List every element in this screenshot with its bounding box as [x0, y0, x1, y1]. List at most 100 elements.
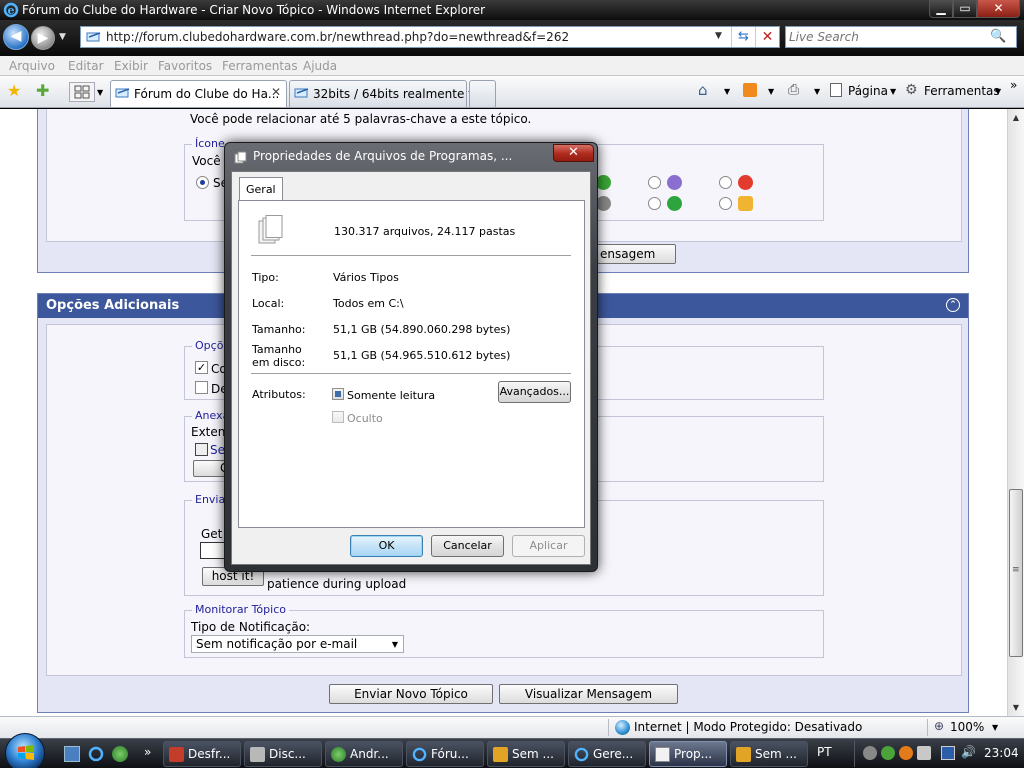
show-desktop-icon[interactable]: [64, 746, 80, 762]
rss-feed-icon[interactable]: [743, 83, 757, 97]
ie-icon[interactable]: [88, 746, 104, 762]
add-favorite-icon[interactable]: ✚: [36, 81, 49, 100]
icon-radio[interactable]: [719, 176, 732, 189]
task-button-7[interactable]: Sem ...: [730, 741, 808, 767]
icon-radio[interactable]: [648, 197, 661, 210]
task-button-6[interactable]: Prop...: [649, 741, 727, 767]
start-button[interactable]: [5, 733, 45, 768]
feed-dropdown-icon[interactable]: ▼: [768, 87, 774, 96]
advanced-button[interactable]: Avançados...: [498, 381, 571, 403]
option-checkbox-2[interactable]: [195, 381, 208, 394]
address-url[interactable]: http://forum.clubedohardware.com.br/newt…: [106, 30, 569, 44]
multiple-files-icon: [258, 215, 283, 244]
tools-menu[interactable]: Ferramentas: [924, 84, 1000, 98]
steam-icon[interactable]: [863, 746, 877, 760]
minimize-button[interactable]: ▁: [929, 0, 953, 18]
option-checkbox-1[interactable]: ✓: [195, 361, 208, 374]
volume-icon[interactable]: 🔊: [961, 745, 976, 759]
size-value: 51,1 GB (54.890.060.298 bytes): [333, 323, 511, 336]
address-dropdown-icon[interactable]: ▼: [715, 31, 722, 41]
readonly-label: Somente leitura: [347, 389, 436, 402]
recent-pages-dropdown-icon[interactable]: ▼: [59, 32, 66, 42]
attachment-link[interactable]: Se: [210, 443, 225, 457]
messenger-icon[interactable]: [881, 746, 895, 760]
readonly-checkbox[interactable]: [332, 388, 344, 400]
task-button-4[interactable]: Sem ...: [487, 741, 565, 767]
network-icon[interactable]: [941, 746, 955, 760]
refresh-icon[interactable]: ⇆: [731, 27, 755, 47]
menu-arquivo[interactable]: Arquivo: [9, 59, 55, 73]
window-title: Fórum do Clube do Hardware - Criar Novo …: [22, 3, 486, 17]
home-icon[interactable]: ⌂: [698, 81, 708, 99]
close-tab-icon[interactable]: ✕: [271, 85, 281, 99]
zoom-level[interactable]: 100%: [950, 720, 984, 734]
hidden-checkbox[interactable]: [332, 411, 344, 423]
close-window-button[interactable]: ✕: [977, 0, 1020, 18]
task-button-2[interactable]: Andr...: [325, 741, 403, 767]
apply-button[interactable]: Aplicar: [512, 535, 585, 557]
favorites-star-icon[interactable]: ★: [7, 81, 21, 100]
task-label: Desfr...: [188, 747, 231, 761]
tab-bar: ★ ✚ ▼ Fórum do Clube do Ha... ✕ 32bits /…: [0, 76, 1024, 108]
security-zone-text[interactable]: Internet | Modo Protegido: Desativado: [634, 720, 862, 734]
preview-message-button[interactable]: Visualizar Mensagem: [499, 684, 678, 704]
restore-button[interactable]: ▭: [953, 0, 977, 18]
tab-32bits[interactable]: 32bits / 64bits realmente t...: [289, 80, 484, 107]
back-button[interactable]: ◀: [3, 24, 29, 50]
no-icon-radio[interactable]: [196, 176, 209, 189]
menu-exibir[interactable]: Exibir: [114, 59, 148, 73]
page-menu[interactable]: Página: [848, 84, 888, 98]
stop-icon[interactable]: ✕: [755, 27, 779, 47]
scroll-thumb[interactable]: ≡: [1009, 489, 1023, 657]
menu-editar[interactable]: Editar: [68, 59, 104, 73]
menu-ajuda[interactable]: Ajuda: [303, 59, 337, 73]
notification-select[interactable]: Sem notificação por e-mail ▼: [191, 635, 404, 653]
task-label: Sem ...: [512, 747, 554, 761]
navigation-bar: ◀ ▶ ▼ http://forum.clubedohardware.com.b…: [0, 20, 1024, 56]
clock[interactable]: 23:04: [984, 746, 1019, 760]
messenger-icon[interactable]: [112, 746, 128, 762]
more-commands-button[interactable]: »: [1010, 78, 1017, 92]
page-dropdown-icon[interactable]: ▼: [890, 87, 896, 96]
search-icon[interactable]: 🔍: [990, 29, 1006, 44]
quick-launch-more-button[interactable]: »: [144, 745, 151, 759]
scroll-down-icon[interactable]: ▼: [1008, 699, 1024, 716]
dialog-close-button[interactable]: ✕: [553, 144, 594, 162]
search-input[interactable]: [789, 29, 985, 45]
ok-button[interactable]: OK: [350, 535, 423, 557]
new-tab-button[interactable]: [469, 80, 496, 107]
icon-radio[interactable]: [648, 176, 661, 189]
task-button-0[interactable]: Desfr...: [163, 741, 241, 767]
print-icon[interactable]: ⎙: [788, 82, 799, 98]
task-button-5[interactable]: Gere...: [568, 741, 646, 767]
page-scrollbar[interactable]: ▲ ≡ ▼: [1007, 109, 1024, 716]
menu-favoritos[interactable]: Favoritos: [158, 59, 212, 73]
cancel-button[interactable]: Cancelar: [431, 535, 504, 557]
winamp-icon: [493, 747, 508, 762]
task-button-3[interactable]: Fóru...: [406, 741, 484, 767]
zoom-dropdown-icon[interactable]: ▼: [992, 723, 998, 732]
print-dropdown-icon[interactable]: ▼: [814, 87, 820, 96]
scroll-up-icon[interactable]: ▲: [1008, 109, 1024, 126]
zoom-icon[interactable]: ⊕: [934, 719, 944, 733]
quick-tabs-icon: [74, 85, 90, 99]
icon-radio[interactable]: [719, 197, 732, 210]
app-tray-icon[interactable]: [899, 746, 913, 760]
security-icon[interactable]: [917, 746, 931, 760]
tab-general[interactable]: Geral: [239, 177, 283, 201]
tools-dropdown-icon[interactable]: ▼: [995, 87, 1001, 96]
menu-ferramentas[interactable]: Ferramentas: [222, 59, 298, 73]
collapse-icon[interactable]: ⌃: [946, 298, 960, 312]
tab-label: 32bits / 64bits realmente t...: [313, 87, 485, 101]
address-bar[interactable]: http://forum.clubedohardware.com.br/newt…: [80, 26, 780, 48]
forward-button[interactable]: ▶: [31, 26, 55, 50]
task-button-1[interactable]: Disc...: [244, 741, 322, 767]
monitor-topic-legend: Monitorar Tópico: [192, 603, 289, 616]
search-box[interactable]: 🔍: [785, 26, 1017, 48]
home-dropdown-icon[interactable]: ▼: [724, 87, 730, 96]
tab-list-dropdown-icon[interactable]: ▼: [97, 88, 103, 97]
language-indicator[interactable]: PT: [817, 745, 832, 759]
tab-forum[interactable]: Fórum do Clube do Ha... ✕: [110, 80, 287, 107]
quick-tabs-button[interactable]: [69, 82, 95, 102]
submit-new-topic-button[interactable]: Enviar Novo Tópico: [329, 684, 493, 704]
